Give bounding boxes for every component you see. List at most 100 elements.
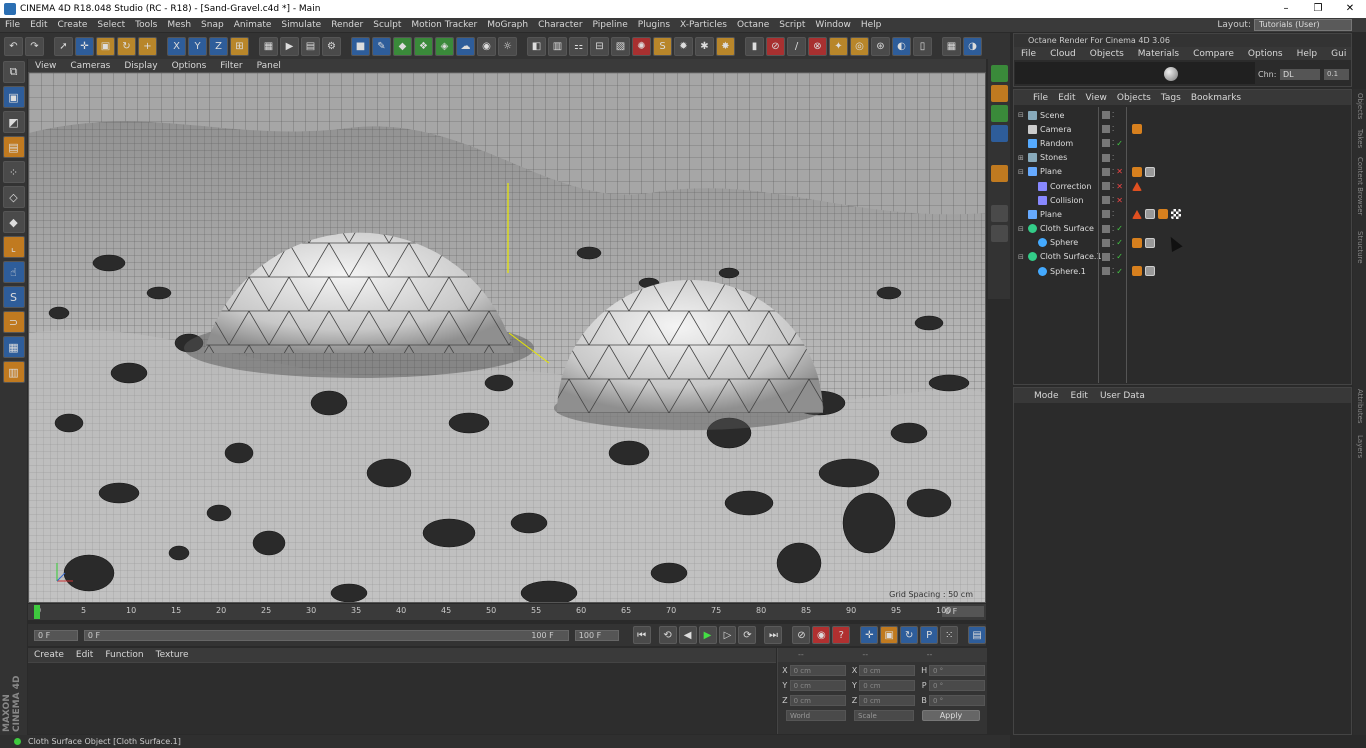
- disabled-x-icon[interactable]: ✕: [1116, 196, 1123, 205]
- xparticles-settings-icon[interactable]: ✸: [716, 36, 735, 56]
- pen-spline-icon[interactable]: ✎: [372, 36, 391, 56]
- octane-menu-cloud[interactable]: Cloud: [1043, 49, 1083, 59]
- layer-swatch-icon[interactable]: [1102, 238, 1110, 247]
- coordinate-space-dropdown[interactable]: World: [786, 710, 846, 721]
- menu-character[interactable]: Character: [533, 20, 587, 30]
- soft-selection-icon[interactable]: S: [2, 286, 25, 308]
- workplane-mode-icon[interactable]: ▤: [2, 136, 25, 158]
- octane-menu-materials[interactable]: Materials: [1131, 49, 1186, 59]
- enabled-check-icon[interactable]: ✓: [1116, 139, 1123, 148]
- magnet-icon[interactable]: ⊃: [2, 311, 25, 333]
- menu-x-particles[interactable]: X-Particles: [675, 20, 732, 30]
- column-divider[interactable]: [1098, 107, 1099, 383]
- octane-settings-icon[interactable]: ▯: [913, 36, 932, 56]
- coordinate-system-icon[interactable]: ⊞: [230, 36, 249, 56]
- visibility-dots-icon[interactable]: ⁚: [1112, 111, 1114, 119]
- previous-key-icon[interactable]: ⟲: [658, 626, 677, 644]
- menu-tools[interactable]: Tools: [130, 20, 162, 30]
- side-tab-layers[interactable]: Layers: [1354, 435, 1364, 458]
- position-y-field[interactable]: 0 cm: [789, 679, 846, 691]
- octane-pause-icon[interactable]: ⊗: [808, 36, 827, 56]
- enabled-check-icon[interactable]: ✓: [1116, 224, 1123, 233]
- column-divider[interactable]: [1126, 107, 1127, 383]
- next-frame-icon[interactable]: ▷: [718, 626, 737, 644]
- y-axis-icon[interactable]: Y: [188, 36, 207, 56]
- side-tab-objects[interactable]: Objects: [1354, 93, 1364, 119]
- visibility-dots-icon[interactable]: ⁚: [1112, 267, 1114, 275]
- octane-stop-icon[interactable]: ⊘: [766, 36, 785, 56]
- visibility-dots-icon[interactable]: ⁚: [1112, 139, 1114, 147]
- render-region-icon[interactable]: ▦: [259, 36, 278, 56]
- layer-swatch-icon[interactable]: [1102, 210, 1110, 219]
- render-settings-icon[interactable]: ⚙: [322, 36, 341, 56]
- red-tag-icon[interactable]: [1132, 181, 1142, 191]
- object-name[interactable]: Cloth Surface.1: [1040, 252, 1102, 261]
- disabled-x-icon[interactable]: ✕: [1116, 167, 1123, 176]
- position-z-field[interactable]: 0 cm: [789, 694, 846, 706]
- gray-tag-icon[interactable]: [1145, 266, 1155, 277]
- layer-swatch-icon[interactable]: [1102, 111, 1110, 120]
- tweak-mode-icon[interactable]: ☝: [2, 261, 25, 283]
- move-tool-icon[interactable]: ✛: [75, 36, 94, 56]
- layer-swatch-icon[interactable]: [1102, 167, 1110, 176]
- pla-key-icon[interactable]: ⁙: [940, 626, 959, 644]
- object-row[interactable]: ⊟ Scene ⁚: [1014, 108, 1351, 122]
- symmetry-icon[interactable]: ⚏: [569, 36, 588, 56]
- enabled-check-icon[interactable]: ✓: [1116, 252, 1123, 261]
- object-row[interactable]: ⊟ Plane ⁚ ✕: [1014, 165, 1351, 179]
- minimize-icon[interactable]: –: [1270, 0, 1302, 18]
- z-axis-icon[interactable]: Z: [209, 36, 228, 56]
- octane-material-icon[interactable]: ◐: [892, 36, 911, 56]
- object-row[interactable]: ⊞ Stones ⁚: [1014, 151, 1351, 165]
- octane-hdri-icon[interactable]: ◎: [850, 36, 869, 56]
- menu-select[interactable]: Select: [92, 20, 130, 30]
- make-editable-icon[interactable]: ⧉: [2, 61, 25, 83]
- menu-create[interactable]: Create: [53, 20, 93, 30]
- object-row[interactable]: Sphere.1 ⁚ ✓: [1014, 264, 1351, 278]
- play-forward-icon[interactable]: ▶: [698, 626, 717, 644]
- octane-menu-file[interactable]: File: [1014, 49, 1043, 59]
- end-frame-field[interactable]: 100 F: [574, 629, 619, 641]
- xparticles-emitter-icon[interactable]: ✺: [632, 36, 651, 56]
- undo-icon[interactable]: ↶: [4, 36, 23, 56]
- object-name[interactable]: Plane: [1040, 210, 1062, 219]
- menu-file[interactable]: File: [0, 20, 25, 30]
- octane-menu-gui[interactable]: Gui: [1324, 49, 1353, 59]
- object-name[interactable]: Stones: [1040, 153, 1067, 162]
- visibility-dots-icon[interactable]: ⁚: [1112, 196, 1114, 204]
- viewport-menu-display[interactable]: Display: [117, 61, 164, 71]
- visibility-dots-icon[interactable]: ⁚: [1112, 154, 1114, 162]
- rotate-tool-icon[interactable]: ↻: [117, 36, 136, 56]
- orange-tag-icon[interactable]: [1132, 166, 1142, 177]
- scale-tool-icon[interactable]: ▣: [96, 36, 115, 56]
- deformer-icon[interactable]: ◈: [435, 36, 454, 56]
- size-y-field[interactable]: 0 cm: [859, 679, 916, 691]
- timeline-ruler[interactable]: 0 F 051015202530354045505560657075808590…: [28, 604, 986, 620]
- object-name[interactable]: Random: [1040, 139, 1073, 148]
- layer-swatch-icon[interactable]: [1102, 139, 1110, 148]
- position-key-icon[interactable]: ✛: [860, 626, 879, 644]
- object-name[interactable]: Cloth Surface: [1040, 224, 1094, 233]
- menu-mesh[interactable]: Mesh: [162, 20, 196, 30]
- edges-mode-icon[interactable]: ◇: [2, 186, 25, 208]
- rotation-key-icon[interactable]: ↻: [900, 626, 919, 644]
- keyframe-selection-icon[interactable]: ?: [832, 626, 851, 644]
- object-name[interactable]: Camera: [1040, 125, 1071, 134]
- menu-mograph[interactable]: MoGraph: [482, 20, 533, 30]
- camera-icon[interactable]: ◉: [477, 36, 496, 56]
- object-name[interactable]: Plane: [1040, 167, 1062, 176]
- octane-geometry-icon[interactable]: [990, 105, 1008, 122]
- expand-toggle-icon[interactable]: ⊟: [1018, 168, 1024, 176]
- material-menu-create[interactable]: Create: [28, 650, 70, 660]
- octane-live-viewer-icon[interactable]: ▮: [745, 36, 764, 56]
- octane-menu-compare[interactable]: Compare: [1186, 49, 1241, 59]
- render-view-icon[interactable]: ▶: [280, 36, 299, 56]
- attribute-menu-user-data[interactable]: User Data: [1094, 391, 1151, 401]
- layer-swatch-icon[interactable]: [1102, 153, 1110, 162]
- visibility-dots-icon[interactable]: ⁚: [1112, 182, 1114, 190]
- object-name[interactable]: Collision: [1050, 196, 1084, 205]
- orange-tag-icon[interactable]: [1132, 266, 1142, 277]
- octane-material-preview-icon[interactable]: [1164, 67, 1178, 81]
- frame-range-slider[interactable]: 0 F 100 F: [83, 629, 569, 641]
- playhead-marker[interactable]: [34, 605, 40, 619]
